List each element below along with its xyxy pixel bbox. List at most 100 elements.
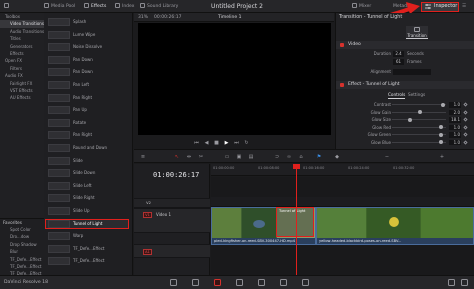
loop-icon[interactable]: ↻ [244, 141, 249, 146]
favorite-item[interactable]: Drop Shadow [0, 241, 44, 248]
param-value-field[interactable]: 1.0 [449, 124, 461, 130]
list-icon[interactable]: ≡ [140, 154, 146, 160]
last-frame-icon[interactable]: ⏭ [234, 141, 239, 146]
param-value-field[interactable]: 1.0 [449, 139, 461, 145]
cut-page-icon[interactable] [192, 279, 199, 286]
effect-item[interactable]: Pan Down [45, 67, 129, 77]
param-slider[interactable] [392, 104, 446, 105]
tree-item[interactable]: Audio FX [0, 72, 44, 79]
effect-item[interactable]: Warp [45, 231, 129, 241]
select-tool-icon[interactable]: ↖ [174, 154, 180, 160]
video-viewer[interactable] [138, 23, 331, 135]
v2-lane[interactable] [211, 197, 474, 207]
favorite-item[interactable]: Spot Color [0, 226, 44, 233]
keyframe-icon[interactable] [463, 117, 468, 122]
duration-frames-field[interactable]: 61 [393, 59, 404, 65]
color-page-icon[interactable] [258, 279, 265, 286]
blade-tool-icon[interactable]: ✂ [198, 154, 204, 160]
favorite-item[interactable]: TF_Defe...Effect [0, 256, 44, 263]
inspector-button[interactable]: Inspector [421, 2, 459, 12]
tree-item[interactable]: AU Effects [0, 94, 44, 101]
keyframe-icon[interactable] [463, 124, 468, 130]
param-value-field[interactable]: 1.0 [449, 132, 461, 138]
param-value-field[interactable]: 2.0 [449, 109, 461, 115]
effect-item[interactable]: Lume Wipe [45, 30, 129, 40]
tab-settings[interactable]: Settings [408, 91, 425, 98]
zoom-level[interactable]: 31% [138, 14, 148, 21]
param-value-field[interactable]: 1.0 [449, 102, 461, 108]
favorite-item[interactable]: TF_Defe...Effect [0, 263, 44, 270]
snap-icon[interactable]: ⊃ [274, 154, 280, 160]
slider-knob[interactable] [438, 125, 443, 129]
trim-tool-icon[interactable]: ⇹ [186, 154, 192, 160]
tab-toggle-panels[interactable] [4, 3, 11, 11]
effect-item[interactable]: Pan Right [45, 93, 129, 103]
effect-item[interactable]: Tunnel of Light [45, 218, 129, 229]
slider-knob[interactable] [418, 110, 422, 114]
tab-index[interactable]: Index [115, 3, 134, 11]
insert-clip-icon[interactable]: ▭ [224, 154, 230, 160]
deliver-page-icon[interactable] [302, 279, 309, 286]
link-icon[interactable]: ∞ [286, 154, 292, 160]
effect-item[interactable]: Rotate [45, 118, 129, 128]
stop-icon[interactable]: ■ [214, 141, 219, 146]
marker-icon[interactable]: ◆ [334, 154, 340, 160]
tab-sound-library[interactable]: Sound Library [140, 3, 178, 11]
timeline-name[interactable]: Timeline 1 [218, 14, 241, 21]
transition-tunnel-of-light[interactable]: Tunnel of Light [276, 207, 314, 237]
effect-item[interactable]: TF_Defe...Effect [45, 256, 129, 266]
tree-item[interactable]: Open FX [0, 57, 44, 64]
reverse-icon[interactable]: ◀ [204, 141, 209, 146]
slider-knob[interactable] [438, 132, 443, 137]
tree-item[interactable]: Toolbox [0, 13, 44, 20]
tree-item[interactable]: Generators [0, 43, 44, 50]
tab-transition[interactable]: Transition [406, 26, 428, 39]
effect-item[interactable]: TF_Defe...Effect [45, 244, 129, 254]
menu-icon[interactable]: ☰ [462, 3, 466, 11]
tree-item[interactable]: VST Effects [0, 87, 44, 94]
tree-item[interactable]: Titles [0, 35, 44, 42]
video-clip[interactable]: yellow-headed-blackbird-poses-on-reed-SB… [316, 207, 474, 245]
tree-item[interactable]: Effects [0, 50, 44, 57]
playhead[interactable] [293, 164, 300, 275]
home-icon[interactable] [448, 279, 455, 286]
effect-item[interactable]: Noise Dissolve [45, 42, 129, 52]
flag-icon[interactable]: ⚑ [316, 154, 322, 160]
effect-item[interactable]: Slide Up [45, 206, 129, 216]
track-a1[interactable]: A1 [134, 244, 210, 258]
edit-page-icon[interactable] [214, 279, 221, 286]
alignment-buttons[interactable] [393, 69, 431, 75]
tab-mixer[interactable]: Mixer [352, 3, 371, 11]
tab-media-pool[interactable]: Media Pool [44, 3, 75, 11]
effect-item[interactable]: Slide Right [45, 193, 129, 203]
overwrite-clip-icon[interactable]: ▣ [236, 154, 242, 160]
effect-item[interactable]: Pan Left [45, 80, 129, 90]
effect-item[interactable]: Splash [45, 17, 129, 27]
effect-item[interactable]: Pan Right [45, 130, 129, 140]
tab-effects[interactable]: Effects [84, 3, 106, 11]
first-frame-icon[interactable]: ⏮ [194, 141, 199, 146]
settings-icon[interactable] [461, 279, 468, 286]
replace-clip-icon[interactable]: ▤ [248, 154, 254, 160]
effect-item[interactable]: Slide Down [45, 168, 129, 178]
media-page-icon[interactable] [170, 279, 177, 286]
slider-knob[interactable] [438, 140, 443, 144]
timeline-ruler[interactable]: 01:00:00:00 01:00:08:00 01:00:16:00 01:00:2… [211, 164, 474, 176]
keyframe-icon[interactable] [463, 139, 468, 145]
fairlight-page-icon[interactable] [280, 279, 287, 286]
tree-item[interactable]: Video Transitions [0, 20, 44, 28]
duration-seconds-field[interactable]: 2.4 [393, 51, 404, 57]
track-v2[interactable]: V2 [134, 198, 210, 208]
slider-knob[interactable] [441, 102, 446, 107]
effect-item[interactable]: Slide Left [45, 181, 129, 191]
param-value-field[interactable]: 18.1 [449, 117, 461, 123]
keyframe-icon[interactable] [463, 102, 468, 107]
zoom-out-icon[interactable]: − [384, 154, 390, 160]
tree-item[interactable]: Fairlight FX [0, 80, 44, 87]
effect-item[interactable]: Pan Down [45, 55, 129, 65]
slider-knob[interactable] [407, 117, 412, 122]
param-slider[interactable] [392, 119, 446, 120]
param-slider[interactable] [392, 134, 446, 135]
tab-metadata[interactable]: Metadata [393, 3, 414, 11]
effect-section-header[interactable]: Effect - Tunnel of Light [336, 81, 474, 89]
